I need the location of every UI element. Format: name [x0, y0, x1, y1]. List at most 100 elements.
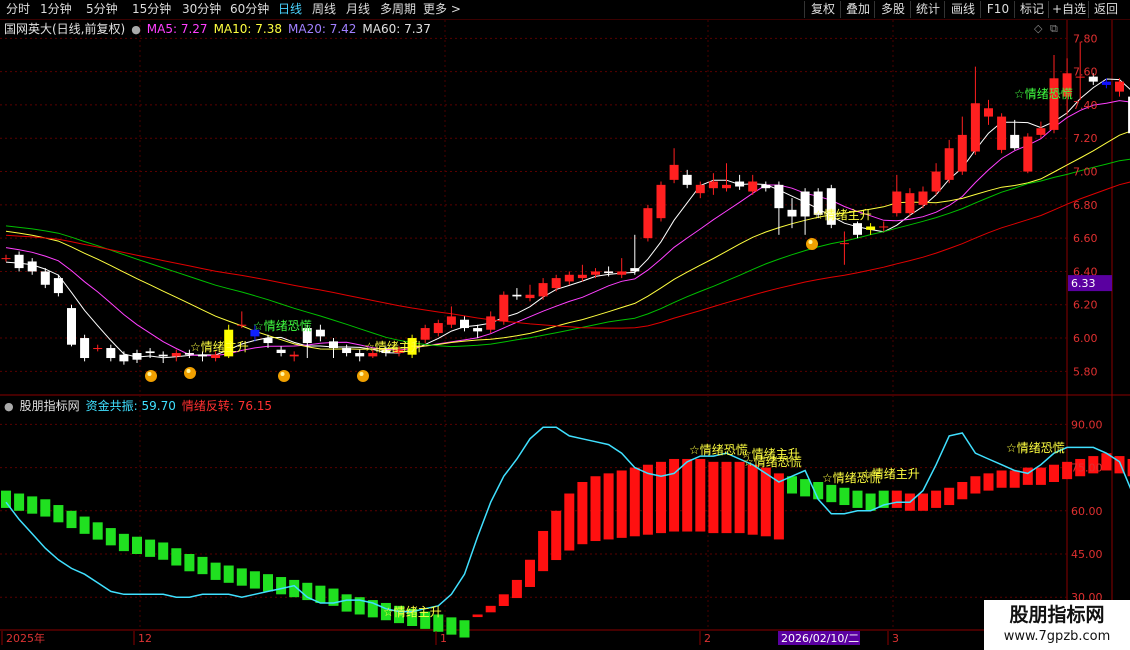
indicator-bar [263, 574, 273, 592]
tab-more[interactable]: 更多 > [423, 1, 461, 18]
candle-body [761, 184, 771, 189]
signal-label: ☆情绪主升 [813, 208, 872, 222]
gold-ball-icon [806, 238, 818, 250]
candle-body [80, 338, 90, 359]
candle-body [329, 341, 338, 349]
price-tick-label: 5.80 [1073, 365, 1098, 378]
kline-chart[interactable]: ☆情绪主升 ☆情绪主升☆情绪主升☆情绪恐慌☆情绪恐慌 ☆情绪主升☆情绪恐慌☆情绪主… [0, 0, 1130, 650]
time-label: 3 [892, 632, 899, 645]
time-label: 1 [440, 632, 447, 645]
ma60-line [5, 181, 1130, 329]
back-button[interactable]: 返回 [1088, 1, 1123, 18]
indicator-bar [223, 565, 234, 583]
tab-fenshi[interactable]: 分时 [6, 1, 30, 18]
indicator-bar [485, 605, 496, 613]
moving-averages [5, 78, 1130, 359]
candle-body [853, 223, 862, 235]
tab-30min[interactable]: 30分钟 [182, 1, 221, 18]
candle-body [145, 351, 155, 354]
indicator-bar [498, 594, 509, 606]
candle-body [119, 354, 129, 362]
candle-body [355, 353, 365, 357]
indicator-tick-label: 45.00 [1071, 548, 1103, 561]
indicator-bar [210, 562, 221, 580]
candle-body [866, 226, 876, 230]
candle-body [551, 278, 561, 289]
f10-button[interactable]: F10 [980, 1, 1015, 18]
price-tick-label: 7.00 [1073, 166, 1098, 179]
overlay-button[interactable]: 叠加 [840, 1, 875, 18]
candle-body [27, 261, 37, 272]
candle-body [342, 348, 352, 354]
indicator-bar [171, 548, 182, 566]
signal-label: ☆情绪主升 [190, 340, 249, 354]
candle-body [722, 184, 731, 189]
indicator-bar [105, 528, 116, 546]
signal-markers: ☆情绪主升 ☆情绪主升 ☆情绪主升 ☆情绪恐慌 ☆情绪恐慌 [145, 87, 1073, 382]
gold-ball-highlight [147, 372, 152, 376]
indicator-settings-icon[interactable]: ● [4, 400, 14, 413]
tab-15min[interactable]: 15分钟 [132, 1, 171, 18]
indicator-bar [773, 473, 784, 540]
tab-multi-period[interactable]: 多周期 [380, 1, 416, 18]
indicator-bar [66, 510, 77, 529]
indicator-bar [118, 533, 129, 552]
price-tick-label: 6.20 [1073, 299, 1098, 312]
candle-body [1, 258, 11, 260]
mark-button[interactable]: 标记 [1014, 1, 1049, 18]
add-watchlist-button[interactable]: +自选 [1048, 1, 1089, 18]
indicator-bar [472, 614, 483, 618]
indicator-name[interactable]: 股朋指标网 [20, 399, 80, 413]
candle-body [1023, 136, 1033, 172]
tab-weekly[interactable]: 周线 [312, 1, 336, 18]
gold-ball-highlight [280, 372, 285, 376]
tab-daily[interactable]: 日线 [278, 1, 302, 18]
gold-ball-highlight [359, 372, 364, 376]
draw-line-button[interactable]: 画线 [944, 1, 981, 18]
indicator-bar [721, 461, 732, 534]
indicator-bar [931, 490, 942, 508]
gold-ball-icon [145, 370, 157, 382]
indicator-bar [682, 458, 693, 532]
time-label: 12 [138, 632, 152, 645]
tab-monthly[interactable]: 月线 [346, 1, 370, 18]
indicator-bar [236, 568, 247, 586]
tab-5min[interactable]: 5分钟 [86, 1, 118, 18]
diamond-icon[interactable]: ◇ [1034, 22, 1042, 35]
ma5-value: MA5: 7.27 [146, 22, 208, 36]
stock-title[interactable]: 国网英大(日线,前复权) [4, 22, 125, 36]
candle-body [656, 184, 666, 219]
candle-body [800, 191, 810, 217]
indicator-bar [341, 594, 352, 612]
indicator-bar [577, 482, 588, 545]
indicator-bar [1009, 470, 1020, 488]
restore-icon[interactable]: ⧉ [1050, 22, 1058, 36]
candle-body [538, 283, 548, 297]
candle-body [630, 268, 640, 272]
ma30-line [5, 158, 1130, 348]
candle-body [617, 271, 627, 275]
tab-1min[interactable]: 1分钟 [40, 1, 72, 18]
indicator-signal-label: ☆情绪主升 [861, 467, 920, 481]
restore-rights-button[interactable]: 复权 [804, 1, 841, 18]
candle-body [158, 354, 168, 357]
indicator-bar [1035, 467, 1046, 485]
candle-body [93, 348, 103, 350]
settings-circle-icon[interactable]: ● [131, 23, 141, 36]
price-tick-label: 6.80 [1073, 199, 1098, 212]
watermark-logo: 股朋指标网 www.7gpzb.com [984, 600, 1130, 650]
ma10-value: MA10: 7.38 [213, 22, 282, 36]
tab-60min[interactable]: 60分钟 [230, 1, 269, 18]
candle-body [289, 354, 299, 357]
multi-stock-button[interactable]: 多股 [874, 1, 911, 18]
indicator-tick-label: 75.00 [1071, 462, 1103, 475]
candle-body [171, 353, 181, 357]
indicator-bar [708, 461, 719, 534]
indicator-bar [839, 487, 850, 506]
candle-body [604, 271, 614, 274]
candle-body [486, 316, 496, 330]
watermark-url: www.7gpzb.com [1003, 629, 1111, 644]
candle-body [708, 181, 718, 189]
indicator-bar [551, 510, 562, 561]
statistics-button[interactable]: 统计 [910, 1, 945, 18]
